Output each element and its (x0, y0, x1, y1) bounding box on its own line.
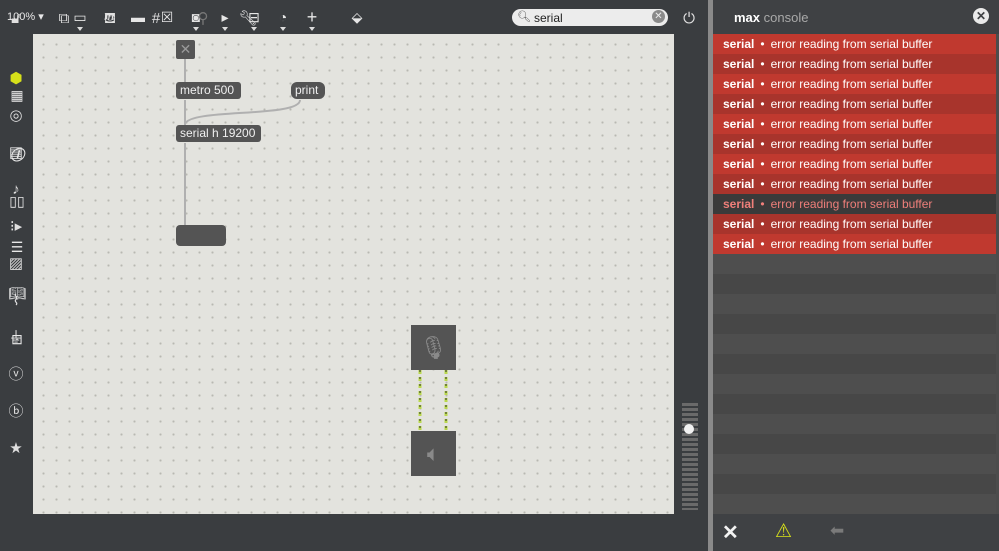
speaker-icon: 🔈︎ (426, 441, 441, 466)
camera-icon[interactable]: ⊡ (8, 330, 26, 348)
console-row[interactable]: serial • error reading from serial buffer (713, 114, 996, 134)
bullet-icon: • (760, 117, 765, 131)
console-row[interactable]: serial • error reading from serial buffer (713, 54, 996, 74)
console-row-message: error reading from serial buffer (770, 37, 933, 51)
back-arrow-icon[interactable]: ⬅ (830, 521, 844, 541)
console-row-source: serial (723, 37, 755, 51)
console-footer (713, 514, 999, 551)
volume-slider[interactable] (682, 403, 698, 510)
bullet-icon: • (760, 97, 765, 111)
bullet-icon: • (760, 157, 765, 171)
clear-x-icon[interactable]: ✕ (722, 520, 739, 545)
info-icon[interactable]: ⓘ (8, 146, 26, 164)
bullet-icon: • (760, 237, 765, 251)
console-row-message: error reading from serial buffer (770, 137, 933, 151)
console-row-source: serial (723, 217, 755, 231)
console-row-source: serial (723, 157, 755, 171)
console-row[interactable]: serial • error reading from serial buffer (713, 214, 996, 234)
bullet-icon: • (760, 57, 765, 71)
book-open-icon[interactable]: ▯▯ (8, 192, 26, 210)
cord-serial-print (184, 99, 301, 125)
console-row-source: serial (723, 97, 755, 111)
presentation-icon[interactable]: ⛾ (100, 9, 120, 29)
adc-object[interactable]: 🎙︎ (411, 325, 456, 370)
number-box-object[interactable] (176, 225, 226, 246)
bullet-icon: • (760, 217, 765, 231)
console-row-source: serial (723, 197, 755, 211)
console-row[interactable]: serial • error reading from serial buffer (713, 234, 996, 254)
bang-button-object[interactable]: ✕ (176, 40, 195, 59)
metro-object[interactable]: metro 500 (176, 82, 241, 99)
microphone-icon: 🎙︎ (419, 335, 448, 360)
console-row[interactable]: serial • error reading from serial buffer (713, 94, 996, 114)
console-row-message: error reading from serial buffer (770, 117, 933, 131)
lock-icon[interactable]: 🔓︎ (6, 9, 26, 29)
windows-icon[interactable]: ⧉ (54, 9, 74, 29)
bullet-icon: • (760, 37, 765, 51)
console-title: max console (734, 10, 809, 25)
bullet-icon: • (760, 137, 765, 151)
close-icon[interactable]: ✕ (973, 8, 989, 24)
console-rows: serial • error reading from serial buffer s… (713, 34, 996, 254)
console-row-message: error reading from serial buffer (770, 217, 933, 231)
console-row[interactable]: serial • error reading from serial buffer (713, 194, 996, 214)
console-row-message: error reading from serial buffer (770, 197, 933, 211)
wrench-icon[interactable]: 🔧︎ (238, 9, 258, 29)
console-row-message: error reading from serial buffer (770, 97, 933, 111)
book-icon[interactable]: 📖︎ (8, 284, 26, 302)
console-row-source: serial (723, 77, 755, 91)
bullet-icon: • (760, 197, 765, 211)
console-row-message: error reading from serial buffer (770, 77, 933, 91)
pin-icon[interactable]: ⚲ (193, 9, 213, 29)
console-row[interactable]: serial • error reading from serial buffer (713, 174, 996, 194)
grid-icon[interactable]: ▦ (8, 86, 26, 104)
bullet-icon: • (760, 177, 765, 191)
console-row-message: error reading from serial buffer (770, 177, 933, 191)
console-row[interactable]: serial • error reading from serial buffer (713, 74, 996, 94)
console-row[interactable]: serial • error reading from serial buffer (713, 154, 996, 174)
console-row-source: serial (723, 117, 755, 131)
console-row-source: serial (723, 57, 755, 71)
console-row-message: error reading from serial buffer (770, 157, 933, 171)
console-row-message: error reading from serial buffer (770, 57, 933, 71)
console-row[interactable]: serial • error reading from serial buffer (713, 134, 996, 154)
console-row-source: serial (723, 237, 755, 251)
print-object[interactable]: print (291, 82, 325, 99)
volume-slider-knob[interactable] (684, 424, 694, 434)
list-icon[interactable]: ☰ (8, 238, 26, 256)
bottom-toolbar (0, 514, 708, 551)
serial-object[interactable]: serial h 19200 (176, 125, 261, 142)
dac-object[interactable]: 🔈︎ (411, 431, 456, 476)
grid-hash-icon[interactable]: # (146, 9, 166, 29)
console-row-source: serial (723, 177, 755, 191)
console-row-message: error reading from serial buffer (770, 237, 933, 251)
console-row[interactable]: serial • error reading from serial buffer (713, 34, 996, 54)
warning-icon[interactable]: ⚠ (775, 520, 792, 543)
console-row-source: serial (723, 137, 755, 151)
console-empty-area (713, 254, 996, 514)
bullet-icon: • (760, 77, 765, 91)
power-icon[interactable]: ⏻ (679, 9, 699, 29)
